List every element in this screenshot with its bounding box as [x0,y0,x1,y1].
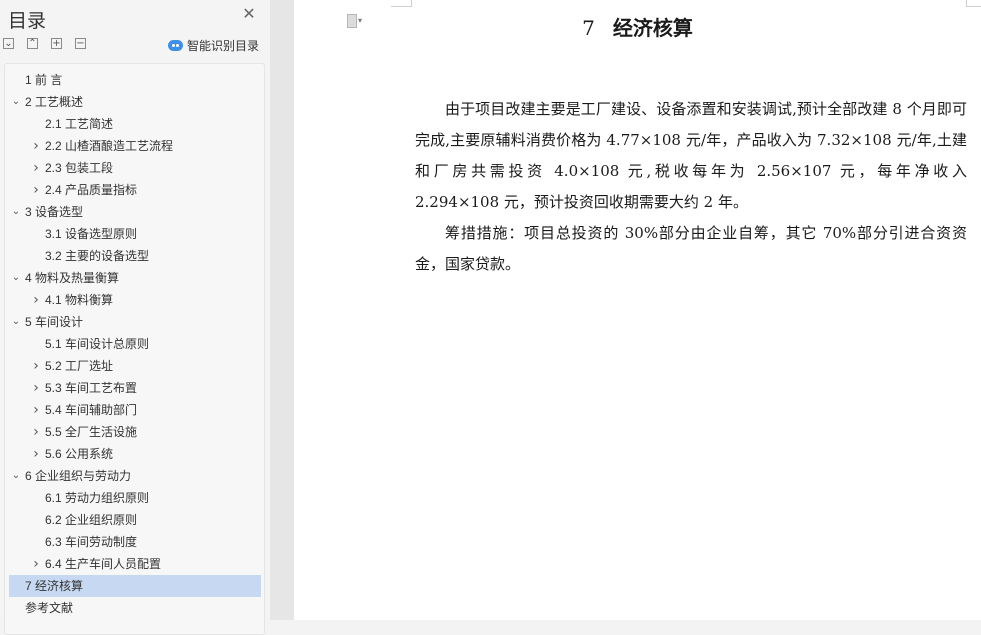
toc-item[interactable]: › 2.2 山楂酒酿造工艺流程 [9,135,261,157]
smart-recognize-label: 智能识别目录 [187,38,260,53]
toc-list: 1 前 言 ⌄ 2 工艺概述 2.1 工艺简述 › 2.2 山楂酒酿造工艺流程 › 2.3 包… [4,63,265,635]
page-corner-mark [966,0,981,7]
chevron-right-icon[interactable]: › [30,553,42,575]
body-paragraph: 由于项目改建主要是工厂建设、设备添置和安装调试,预计全部改建 8 个月即可完成,… [415,100,967,211]
toc-item-label: 4.1 物料衡算 [45,293,114,307]
toc-item-label: 3 设备选型 [25,205,84,219]
toc-item-label: 5 车间设计 [25,315,84,329]
toc-item[interactable]: › 5.2 工厂选址 [9,355,261,377]
toc-item[interactable]: ⌄ 4 物料及热量衡算 [9,267,261,289]
toc-item-label: 2.3 包装工段 [45,161,114,175]
toc-item[interactable]: › 5.6 公用系统 [9,443,261,465]
toc-sidebar: 目录 ✕ ⌄ ⌃ + − 智能识别目录 1 前 言 ⌄ 2 工艺概述 2.1 工艺简述… [0,0,270,635]
chevron-right-icon[interactable]: › [30,421,42,443]
toc-item[interactable]: › 6.4 生产车间人员配置 [9,553,261,575]
toc-item[interactable]: › 2.3 包装工段 [9,157,261,179]
sidebar-title: 目录 [8,11,47,32]
chevron-down-icon[interactable]: ⌄ [10,201,22,223]
toc-item-label: 6 企业组织与劳动力 [25,469,132,483]
chevron-right-icon[interactable]: › [30,179,42,201]
chevron-right-icon[interactable]: › [30,443,42,465]
toc-item[interactable]: › 5.4 车间辅助部门 [9,399,261,421]
toc-item-label: 2.1 工艺简述 [45,117,114,131]
chevron-right-icon[interactable]: › [30,377,42,399]
toc-item-label: 参考文献 [25,601,74,615]
section-heading: 7 经济核算 [294,12,981,41]
toc-item[interactable]: 3.1 设备选型原则 [9,223,261,245]
panel-resizer[interactable] [270,0,294,620]
chevron-down-icon[interactable]: ⌄ [10,465,22,487]
expand-all-icon[interactable]: ⌃ [27,38,38,49]
smart-recognize-toc-button[interactable]: 智能识别目录 [168,36,259,54]
toc-item-label: 6.2 企业组织原则 [45,513,138,527]
toc-item-label: 5.4 车间辅助部门 [45,403,138,417]
toc-item-label: 6.3 车间劳动制度 [45,535,138,549]
collapse-all-icon[interactable]: ⌄ [3,38,14,49]
toc-item-label: 2.2 山楂酒酿造工艺流程 [45,139,174,153]
remove-icon[interactable]: − [75,38,86,49]
chevron-down-icon[interactable]: ⌄ [10,91,22,113]
close-icon[interactable]: ✕ [242,7,256,23]
toc-item[interactable]: 6.2 企业组织原则 [9,509,261,531]
toc-item[interactable]: › 4.1 物料衡算 [9,289,261,311]
toc-item[interactable]: › 5.3 车间工艺布置 [9,377,261,399]
toc-item-label: 5.2 工厂选址 [45,359,114,373]
toc-item[interactable]: 2.1 工艺简述 [9,113,261,135]
toc-item[interactable]: › 5.5 全厂生活设施 [9,421,261,443]
chevron-right-icon[interactable]: › [30,355,42,377]
toc-item[interactable]: 1 前 言 [9,69,261,91]
toc-item-label: 4 物料及热量衡算 [25,271,120,285]
toc-item-label: 1 前 言 [25,73,63,87]
ai-icon [168,39,183,51]
add-icon[interactable]: + [51,38,62,49]
toc-item-label: 6.4 生产车间人员配置 [45,557,162,571]
chevron-right-icon[interactable]: › [30,157,42,179]
toc-item[interactable]: 5.1 车间设计总原则 [9,333,261,355]
chevron-right-icon[interactable]: › [30,289,42,311]
chevron-right-icon[interactable]: › [30,135,42,157]
toc-item-label: 2 工艺概述 [25,95,84,109]
toc-item[interactable]: 7 经济核算 [9,575,261,597]
toc-item-label: 3.1 设备选型原则 [45,227,138,241]
heading-title: 经济核算 [612,16,693,40]
toc-item[interactable]: › 2.4 产品质量指标 [9,179,261,201]
body-paragraph: 筹措措施：项目总投资的 30%部分由企业自筹，其它 70%部分引进合资资金，国家… [415,224,967,273]
page-corner-mark [391,0,412,7]
toc-item-label: 7 经济核算 [25,579,84,593]
toc-item-label: 3.2 主要的设备选型 [45,249,150,263]
chevron-right-icon[interactable]: › [30,399,42,421]
heading-number: 7 [582,16,595,40]
toc-item-label: 5.6 公用系统 [45,447,114,461]
toc-item[interactable]: ⌄ 5 车间设计 [9,311,261,333]
toc-item[interactable]: 6.1 劳动力组织原则 [9,487,261,509]
toc-item[interactable]: 参考文献 [9,597,261,619]
toc-item-label: 5.5 全厂生活设施 [45,425,138,439]
chevron-down-icon[interactable]: ⌄ [10,267,22,289]
toc-item[interactable]: 6.3 车间劳动制度 [9,531,261,553]
chevron-down-icon[interactable]: ⌄ [10,311,22,333]
toc-item[interactable]: ⌄ 3 设备选型 [9,201,261,223]
toc-item-label: 5.3 车间工艺布置 [45,381,138,395]
toc-item[interactable]: ⌄ 2 工艺概述 [9,91,261,113]
document-body: 由于项目改建主要是工厂建设、设备添置和安装调试,预计全部改建 8 个月即可完成,… [415,94,967,280]
document-page: ▾ 7 经济核算 由于项目改建主要是工厂建设、设备添置和安装调试,预计全部改建 8… [294,0,981,620]
toc-item[interactable]: ⌄ 6 企业组织与劳动力 [9,465,261,487]
toc-item-label: 6.1 劳动力组织原则 [45,491,150,505]
toc-item-label: 2.4 产品质量指标 [45,183,138,197]
toc-item-label: 5.1 车间设计总原则 [45,337,150,351]
toc-item[interactable]: 3.2 主要的设备选型 [9,245,261,267]
